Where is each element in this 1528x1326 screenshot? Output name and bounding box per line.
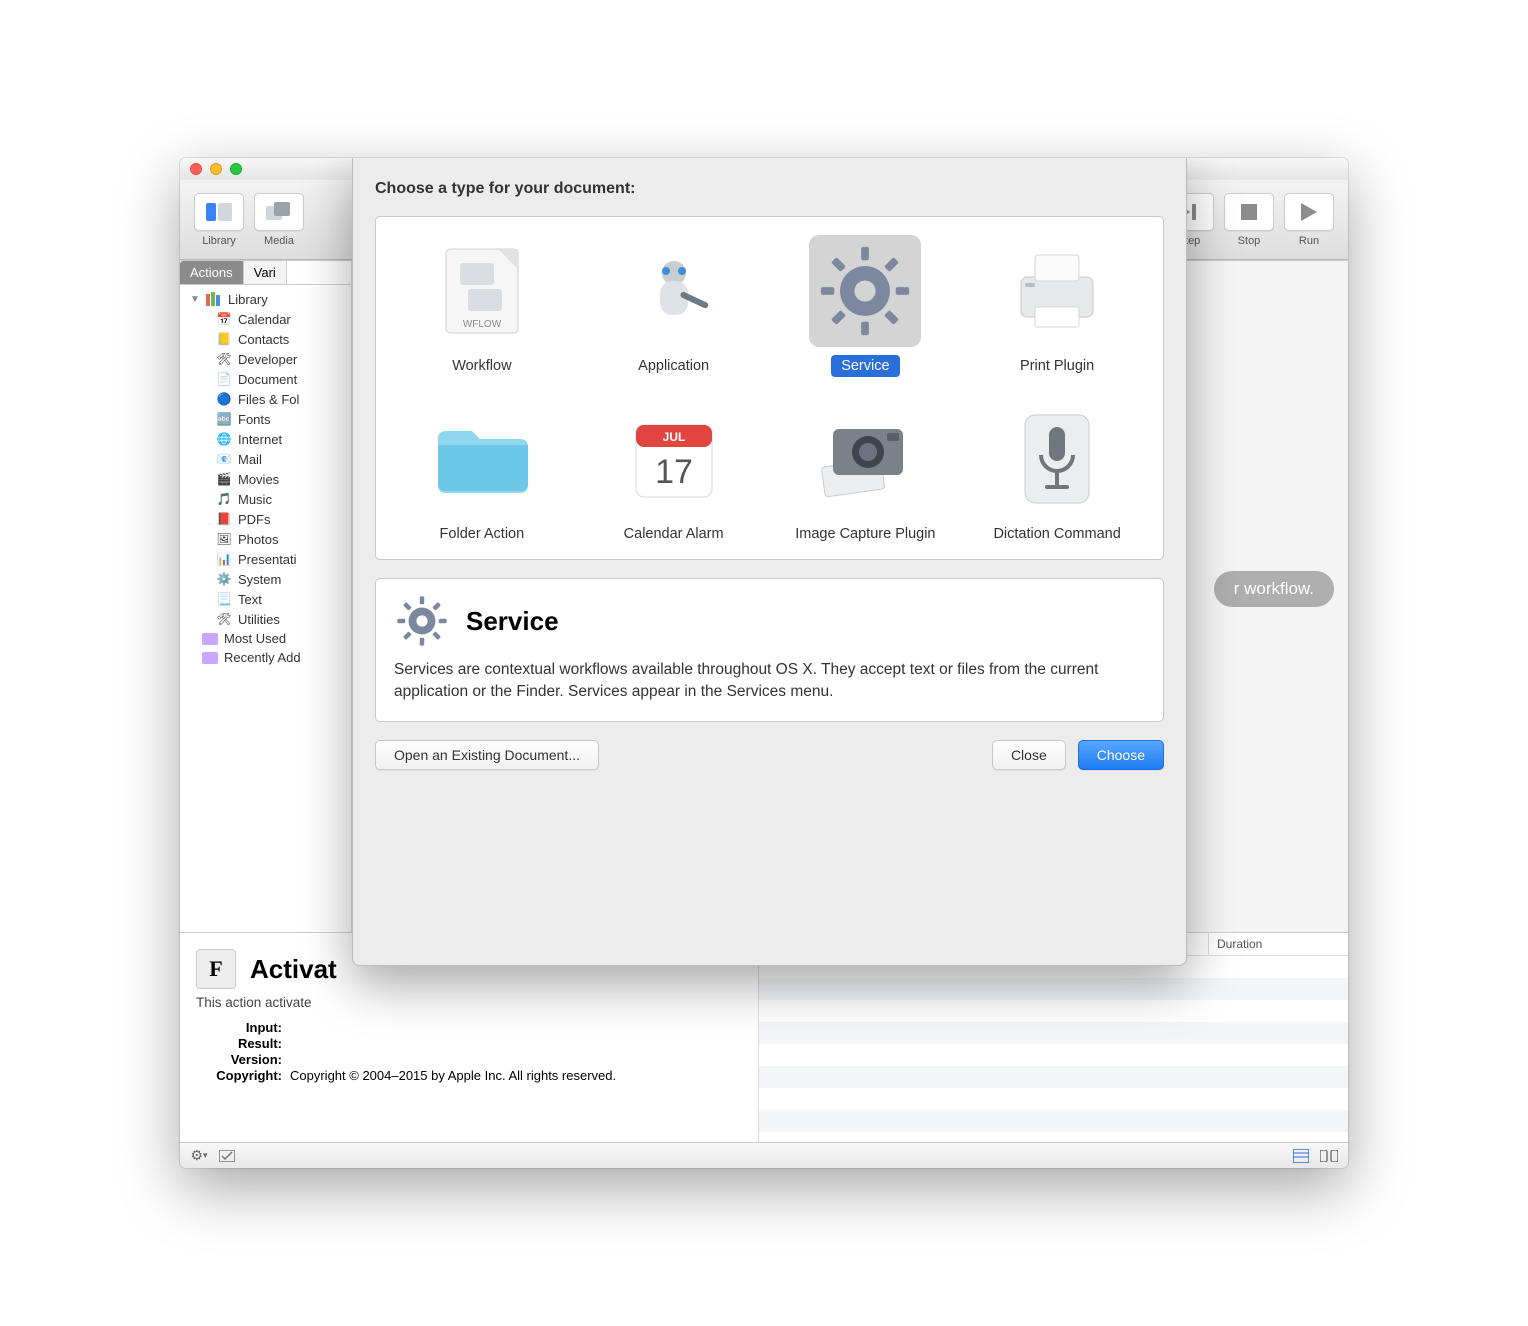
type-image-capture-plugin[interactable]: Image Capture Plugin <box>770 403 962 545</box>
open-existing-button[interactable]: Open an Existing Document... <box>375 740 599 770</box>
sidebar-item-mail[interactable]: 📧Mail <box>180 449 351 469</box>
sidebar-item-system[interactable]: ⚙️System <box>180 569 351 589</box>
printer-icon <box>1011 249 1103 333</box>
type-print-plugin[interactable]: Print Plugin <box>961 235 1153 377</box>
folder-icon <box>432 421 532 497</box>
camera-icon <box>817 419 913 499</box>
smart-folder-icon <box>202 633 218 645</box>
contacts-icon: 📒 <box>216 331 232 347</box>
automator-window: Untitled⌄ Library Media Record <box>180 158 1348 1168</box>
type-application[interactable]: Application <box>578 235 770 377</box>
sidebar-item-contacts[interactable]: 📒Contacts <box>180 329 351 349</box>
sheet-heading: Choose a type for your document: <box>375 180 1164 198</box>
pdf-icon: 📕 <box>216 511 232 527</box>
close-button[interactable]: Close <box>992 740 1066 770</box>
type-grid: WFLOW Workflow Application Service <box>375 216 1164 560</box>
selected-type-description: Services are contextual workflows availa… <box>394 659 1145 702</box>
log-rows <box>759 956 1348 1142</box>
view-flow-button[interactable] <box>1320 1147 1338 1165</box>
choose-button[interactable]: Choose <box>1078 740 1164 770</box>
sidebar-smart-most-used[interactable]: Most Used <box>180 629 351 648</box>
library-root[interactable]: ▼ Library <box>180 289 351 309</box>
utilities-icon: 🛠 <box>216 611 232 627</box>
finder-icon: 🔵 <box>216 391 232 407</box>
type-description-box: Service Services are contextual workflow… <box>375 578 1164 721</box>
gear-large-icon <box>817 243 913 339</box>
log-column-duration[interactable]: Duration <box>1208 933 1348 955</box>
svg-text:WFLOW: WFLOW <box>463 319 502 330</box>
music-icon: 🎵 <box>216 491 232 507</box>
sidebar-item-utilities[interactable]: 🛠Utilities <box>180 609 351 629</box>
sheet-button-row: Open an Existing Document... Close Choos… <box>375 740 1164 770</box>
font-book-icon: F <box>196 949 236 989</box>
document-icon: 📄 <box>216 371 232 387</box>
sidebar-item-documents[interactable]: 📄Document <box>180 369 351 389</box>
toggle-description-button[interactable] <box>218 1147 236 1165</box>
toolbar-library[interactable]: Library <box>194 193 244 247</box>
calendar-large-icon: JUL 17 <box>630 415 718 503</box>
gear-icon: ⚙️ <box>216 571 232 587</box>
calendar-icon: 📅 <box>216 311 232 327</box>
sidebar-item-calendar[interactable]: 📅Calendar <box>180 309 351 329</box>
books-icon <box>206 291 222 307</box>
workflow-icon: WFLOW <box>440 245 524 337</box>
sidebar-item-presentations[interactable]: 📊Presentati <box>180 549 351 569</box>
sidebar-item-fonts[interactable]: 🔤Fonts <box>180 409 351 429</box>
toolbar-media[interactable]: Media <box>254 193 304 247</box>
gear-menu-button[interactable]: ⚙︎▾ <box>190 1147 208 1165</box>
sidebar-smart-recently-added[interactable]: Recently Add <box>180 648 351 667</box>
disclosure-triangle-icon[interactable]: ▼ <box>190 294 200 305</box>
document-type-sheet: Choose a type for your document: WFLOW W… <box>352 158 1187 966</box>
sidebar-tabs: Actions Vari <box>180 261 351 285</box>
play-icon <box>1301 203 1317 221</box>
selected-type-title: Service <box>466 606 559 637</box>
sidebar-item-photos[interactable]: 🖼Photos <box>180 529 351 549</box>
sidebar-item-pdfs[interactable]: 📕PDFs <box>180 509 351 529</box>
tab-actions[interactable]: Actions <box>180 261 244 284</box>
toolbar-stop[interactable]: Stop <box>1224 193 1274 247</box>
tab-variables[interactable]: Vari <box>244 261 287 284</box>
application-icon <box>628 245 720 337</box>
media-icon <box>266 202 292 222</box>
sidebar: Actions Vari ▼ Library 📅Calendar 📒Contac… <box>180 261 352 932</box>
toolbar-run[interactable]: Run <box>1284 193 1334 247</box>
tools-icon: 🛠 <box>216 351 232 367</box>
view-list-button[interactable] <box>1292 1147 1310 1165</box>
sidebar-item-movies[interactable]: 🎬Movies <box>180 469 351 489</box>
globe-icon: 🌐 <box>216 431 232 447</box>
sidebar-item-internet[interactable]: 🌐Internet <box>180 429 351 449</box>
library-tree[interactable]: ▼ Library 📅Calendar 📒Contacts 🛠Developer… <box>180 285 351 932</box>
library-toggle-icon <box>206 203 232 221</box>
sidebar-item-files-folders[interactable]: 🔵Files & Fol <box>180 389 351 409</box>
type-calendar-alarm[interactable]: JUL17 Calendar Alarm <box>578 403 770 545</box>
keynote-icon: 📊 <box>216 551 232 567</box>
text-icon: 📃 <box>216 591 232 607</box>
svg-text:JUL: JUL <box>662 430 685 444</box>
workflow-hint: r workflow. <box>1214 571 1334 607</box>
sidebar-item-developer[interactable]: 🛠Developer <box>180 349 351 369</box>
movies-icon: 🎬 <box>216 471 232 487</box>
status-bar: ⚙︎▾ <box>180 1142 1348 1168</box>
smart-folder-icon <box>202 652 218 664</box>
type-folder-action[interactable]: Folder Action <box>386 403 578 545</box>
photos-icon: 🖼 <box>216 531 232 547</box>
sidebar-item-text[interactable]: 📃Text <box>180 589 351 609</box>
copyright-text: Copyright © 2004–2015 by Apple Inc. All … <box>290 1068 616 1083</box>
type-dictation-command[interactable]: Dictation Command <box>961 403 1153 545</box>
gear-small-icon <box>394 593 450 649</box>
mail-icon: 📧 <box>216 451 232 467</box>
type-workflow[interactable]: WFLOW Workflow <box>386 235 578 377</box>
microphone-icon <box>1021 411 1093 507</box>
svg-text:17: 17 <box>655 453 693 491</box>
font-icon: 🔤 <box>216 411 232 427</box>
action-subtitle: This action activate <box>196 995 742 1010</box>
sidebar-item-music[interactable]: 🎵Music <box>180 489 351 509</box>
type-service[interactable]: Service <box>770 235 962 377</box>
stop-icon <box>1241 204 1257 220</box>
